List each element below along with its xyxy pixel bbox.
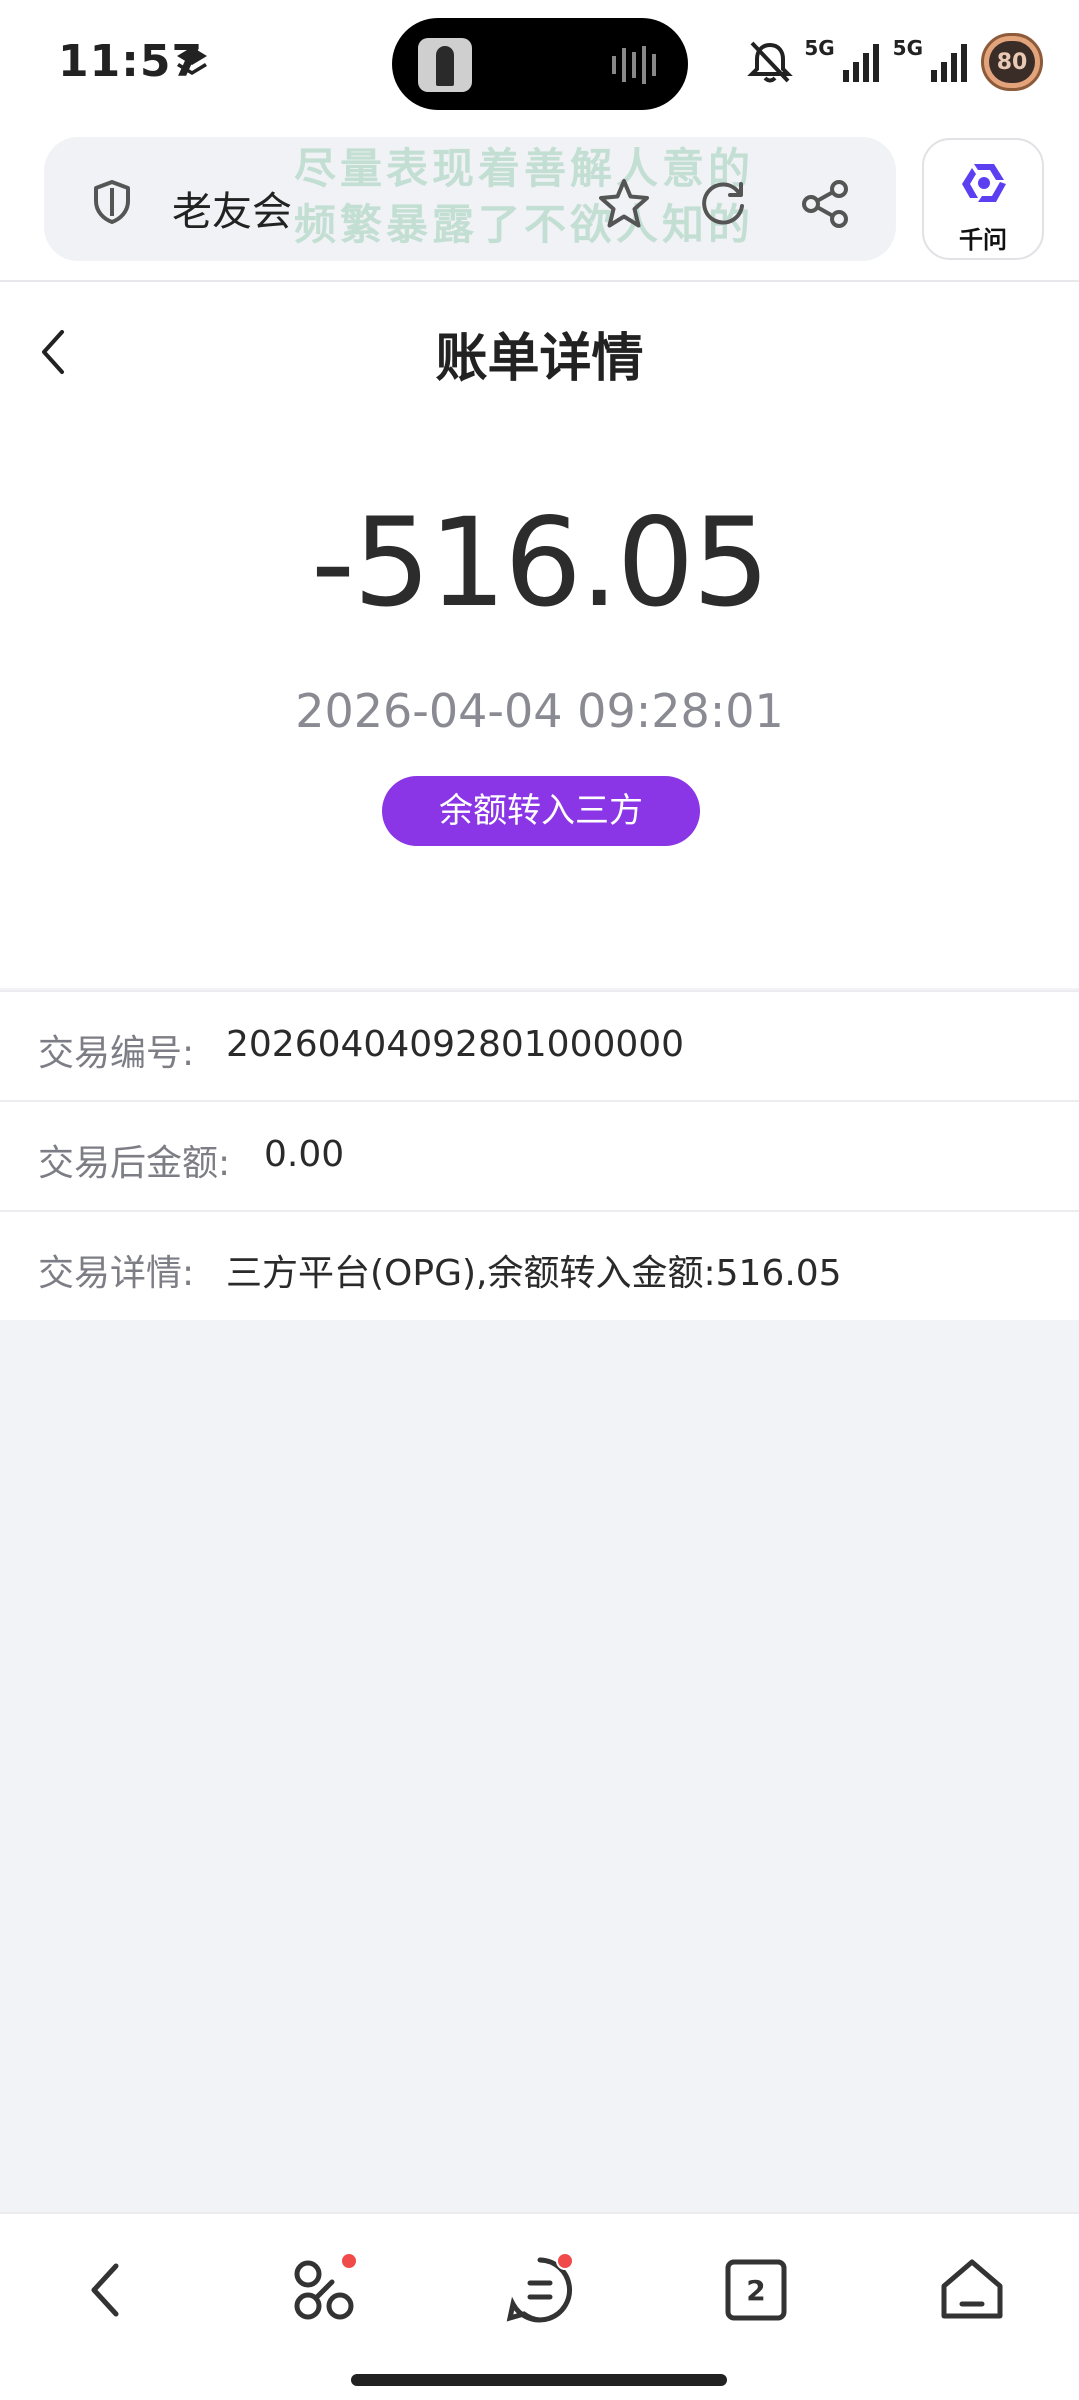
battery-level: 80 (989, 41, 1035, 83)
transaction-amount: -516.05 (311, 492, 770, 634)
detail-label: 交易后金额: (38, 1143, 231, 1184)
qianwen-logo-icon (962, 164, 1006, 202)
detail-row-transaction-id: 交易编号: 20260404092801000000 (0, 990, 1079, 1100)
network-type-2: 5G (892, 36, 923, 60)
tab-count: 2 (746, 2274, 765, 2307)
layers-icon (177, 47, 207, 75)
home-indicator[interactable] (351, 2374, 727, 2386)
signal-strength-icon (842, 44, 879, 82)
watermark-line: 频繁暴露了不欲人知的 (294, 200, 755, 249)
detail-value: 20260404092801000000 (226, 1024, 685, 1065)
refresh-icon[interactable] (698, 179, 748, 229)
nav-tabs-button[interactable]: 2 (716, 2250, 796, 2330)
watermark-text: 尽量表现着善解人意的 频繁暴露了不欲人知的 (294, 141, 754, 253)
notification-dot (340, 2252, 358, 2270)
network-type-1: 5G (804, 36, 835, 60)
dynamic-island[interactable] (392, 18, 688, 110)
shield-icon[interactable] (92, 179, 132, 225)
qianwen-label: 千问 (959, 226, 1007, 254)
nav-back-button[interactable] (66, 2250, 146, 2330)
page-header: 账单详情 (0, 282, 1079, 420)
battery-indicator: 80 (981, 33, 1043, 91)
status-bar: 11:57 5G 5G 80 (0, 0, 1079, 126)
now-playing-thumbnail (418, 38, 472, 92)
audio-wave-icon (612, 46, 656, 84)
browser-bottom-nav: 2 (0, 2212, 1079, 2400)
site-name[interactable]: 老友会 (172, 179, 292, 237)
tabs-icon: 2 (725, 2259, 787, 2321)
transaction-type-badge: 余额转入三方 (382, 776, 700, 846)
transaction-details: 交易编号: 20260404092801000000 交易后金额: 0.00 交… (0, 990, 1079, 1320)
nav-home-button[interactable] (932, 2250, 1012, 2330)
detail-row-transaction-detail: 交易详情: 三方平台(OPG),余额转入金额:516.05 (0, 1210, 1079, 1320)
page-title: 账单详情 (435, 329, 644, 389)
detail-value: 三方平台(OPG),余额转入金额:516.05 (226, 1253, 842, 1294)
nav-menu-button[interactable] (500, 2250, 580, 2330)
watermark-line: 尽量表现着善解人意的 (294, 144, 755, 193)
star-icon[interactable] (596, 177, 652, 231)
status-indicators: 5G 5G 80 (746, 30, 1043, 94)
share-icon[interactable] (800, 179, 850, 229)
signal-strength-icon (931, 44, 967, 82)
mute-bell-icon (747, 41, 794, 83)
transaction-datetime: 2026-04-04 09:28:01 (295, 684, 784, 738)
address-bar[interactable]: 老友会 尽量表现着善解人意的 频繁暴露了不欲人知的 (44, 137, 896, 261)
home-icon (941, 2259, 1003, 2319)
screen: 11:57 5G 5G 80 老友会 尽量表现着善解人意的 频繁暴露了不欲人知的… (0, 0, 1079, 2400)
detail-label: 交易编号: (38, 1033, 195, 1074)
back-icon (91, 2263, 119, 2317)
detail-row-balance-after: 交易后金额: 0.00 (0, 1100, 1079, 1210)
detail-label: 交易详情: (38, 1253, 195, 1294)
notification-dot (556, 2252, 574, 2270)
browser-toolbar: 老友会 尽量表现着善解人意的 频繁暴露了不欲人知的 千问 (0, 126, 1079, 282)
nav-discover-button[interactable] (284, 2250, 364, 2330)
detail-value: 0.00 (264, 1134, 345, 1175)
bill-summary: -516.05 2026-04-04 09:28:01 余额转入三方 (0, 420, 1079, 988)
qianwen-assistant-button[interactable]: 千问 (922, 138, 1044, 260)
